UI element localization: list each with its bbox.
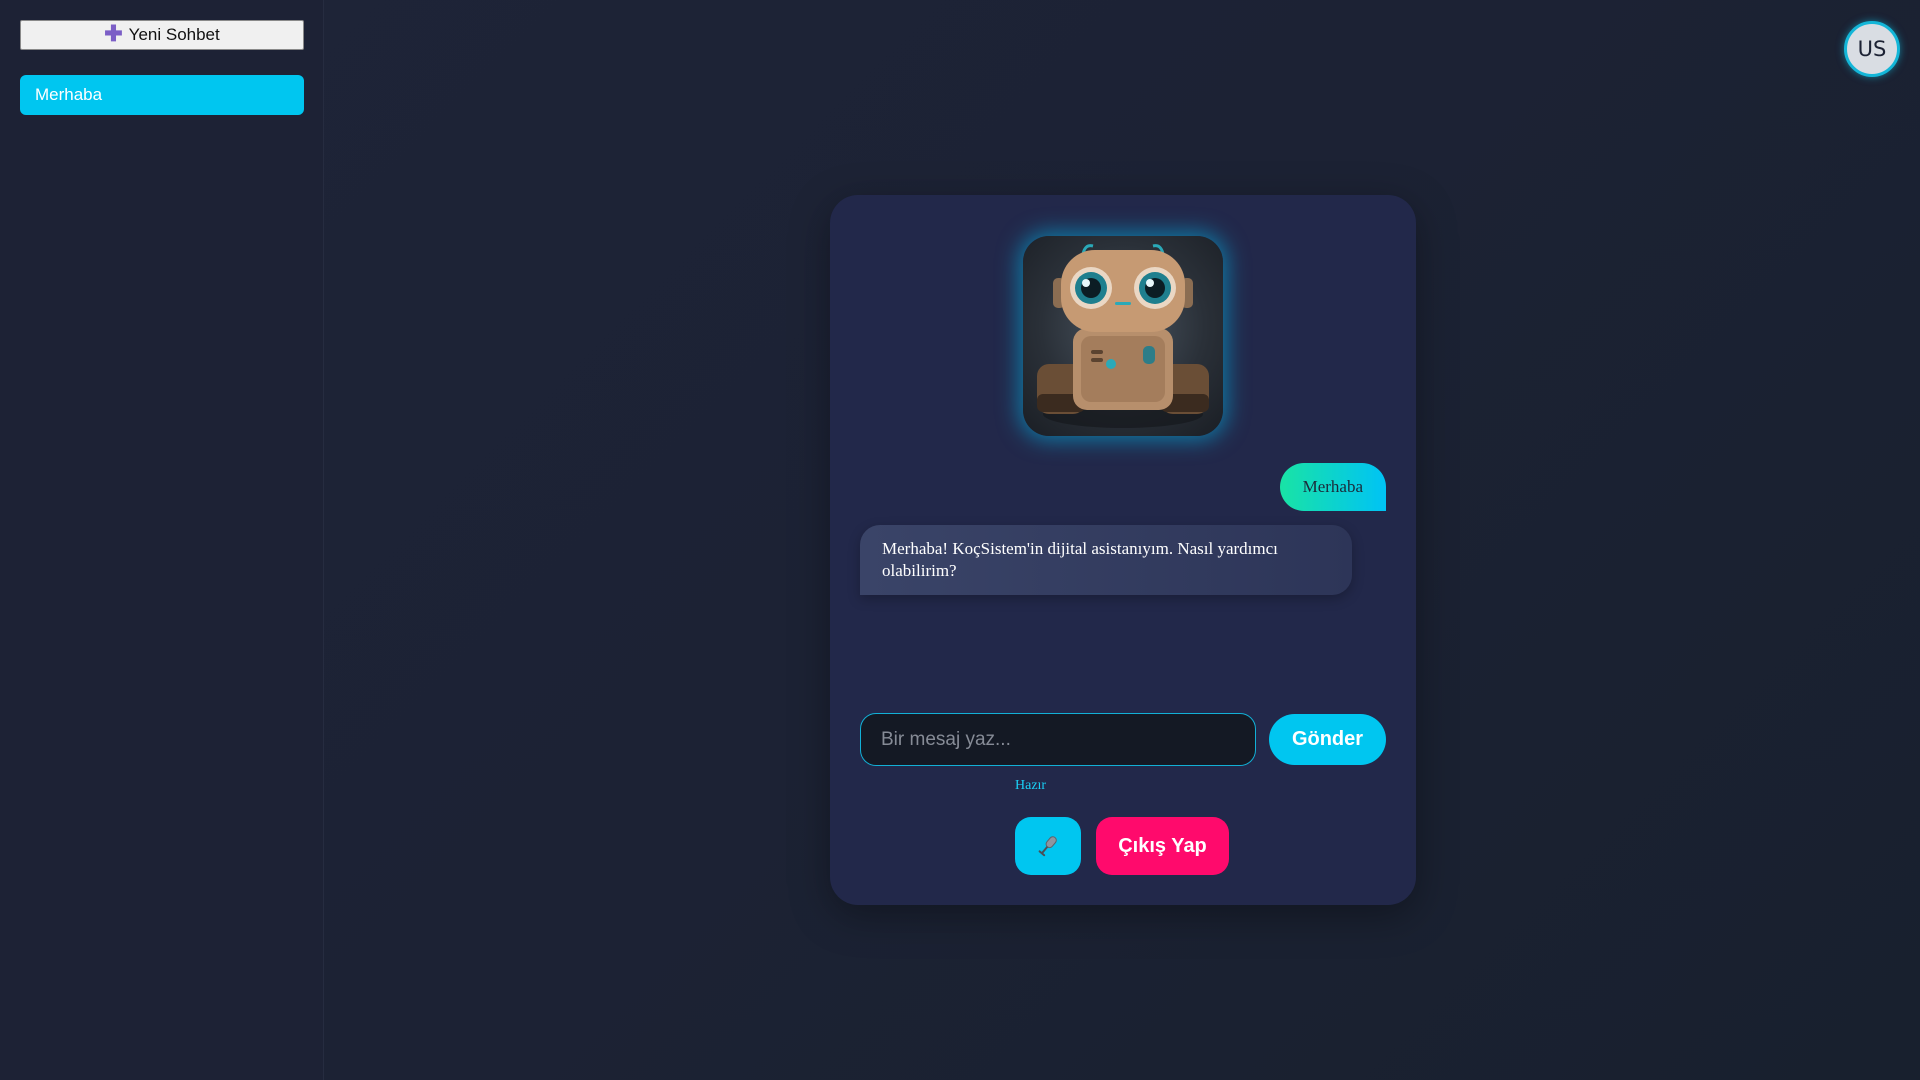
- chat-card: Merhaba Merhaba! KoçSistem'in dijital as…: [830, 195, 1416, 905]
- message-input[interactable]: [860, 713, 1256, 766]
- logout-button[interactable]: Çıkış Yap: [1096, 817, 1229, 875]
- chat-history-label: Merhaba: [35, 85, 103, 104]
- status-label: Hazır: [1015, 778, 1047, 793]
- user-message: Merhaba: [1279, 463, 1386, 511]
- new-chat-button[interactable]: ✚ Yeni Sohbet: [20, 20, 304, 50]
- robot-illustration: [1037, 244, 1209, 428]
- microphone-button[interactable]: [1015, 817, 1081, 875]
- new-chat-label: Yeni Sohbet: [128, 25, 220, 44]
- user-avatar[interactable]: US: [1844, 21, 1900, 77]
- robot-avatar-image: [1023, 236, 1223, 436]
- plus-icon: ✚: [104, 21, 123, 46]
- user-message-text: Merhaba: [1302, 477, 1363, 496]
- avatar-initials: US: [1857, 37, 1887, 61]
- sidebar: ✚ Yeni Sohbet Merhaba: [0, 0, 324, 1080]
- microphone-icon: [1038, 836, 1057, 857]
- send-button[interactable]: Gönder: [1269, 714, 1386, 765]
- assistant-message-text: Merhaba! KoçSistem'in dijital asistanıyı…: [882, 539, 1278, 580]
- sidebar-item-chat[interactable]: Merhaba: [20, 75, 304, 115]
- assistant-message: Merhaba! KoçSistem'in dijital asistanıyı…: [860, 525, 1352, 595]
